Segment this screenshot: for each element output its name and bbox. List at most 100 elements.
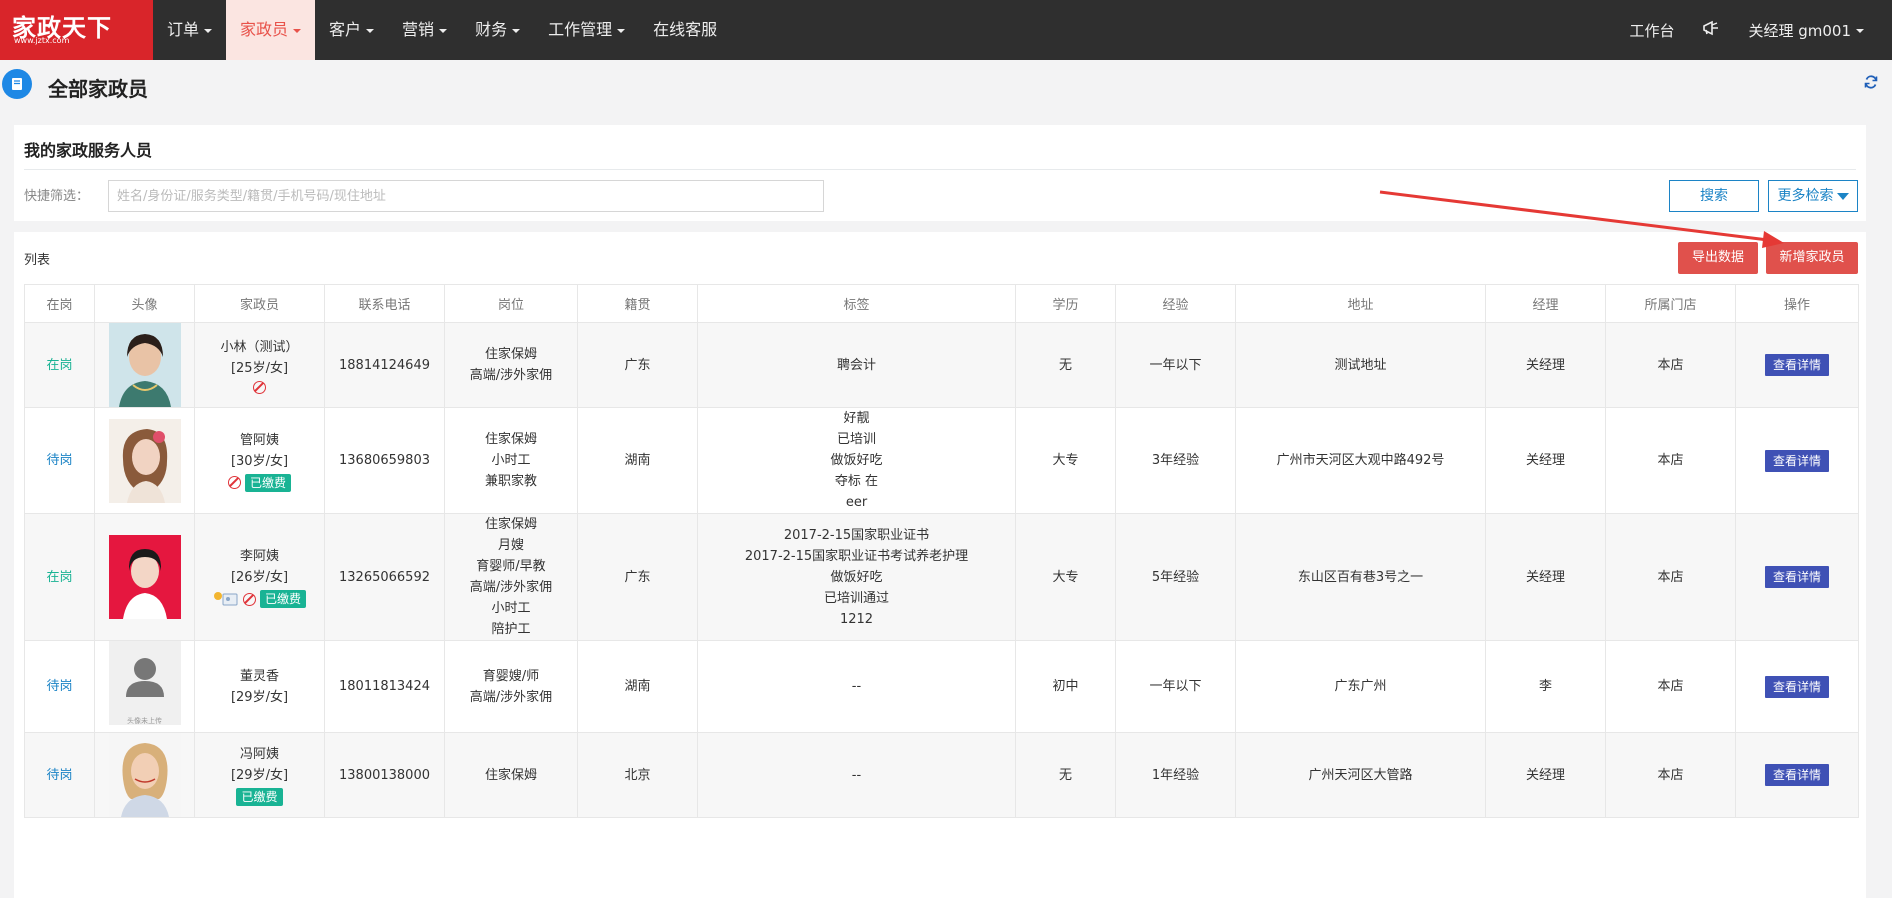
- manager: 关经理: [1525, 453, 1565, 468]
- tag-item: --: [851, 679, 862, 694]
- table-row[interactable]: 待岗 冯阿姨 [29岁/女] 已缴费 13800138000 住家保姆 北京 -- 无 1年经验 广…: [24, 732, 1859, 818]
- table-row[interactable]: 在岗 小林（测试） [25岁/女] 18814124649 住家保姆 高端/涉外家佣 广东 聘…: [24, 322, 1859, 408]
- position-item: 陪护工: [491, 622, 531, 637]
- view-detail-button[interactable]: 查看详情: [1764, 675, 1829, 698]
- view-detail-button[interactable]: 查看详情: [1764, 566, 1829, 588]
- column-header[interactable]: 地址: [1235, 284, 1486, 323]
- tag-item: 已培训: [836, 432, 876, 447]
- age-gender: [29岁/女]: [230, 689, 289, 705]
- store: 本店: [1657, 569, 1684, 585]
- housekeeper-table: 在岗 头像 家政员 联系电话 岗位 籍贯 标签 学历 经验 地址 经理 所属门店…: [24, 284, 1859, 818]
- phone: 18814124649: [339, 357, 430, 373]
- column-header[interactable]: 家政员: [194, 284, 325, 323]
- search-button[interactable]: 搜索: [1669, 180, 1759, 212]
- paid-badge: 已缴费: [244, 473, 291, 492]
- nav-item-orders[interactable]: 订单: [153, 0, 226, 60]
- column-header[interactable]: 在岗: [24, 284, 95, 323]
- filter-panel: 我的家政服务人员 快捷筛选： 搜索 更多检索: [14, 125, 1866, 221]
- nav-item-housekeepers[interactable]: 家政员: [226, 0, 316, 60]
- position-item: 住家保姆: [484, 517, 537, 532]
- view-detail-button[interactable]: 查看详情: [1764, 764, 1829, 786]
- store: 本店: [1657, 679, 1684, 694]
- megaphone-icon[interactable]: [1702, 20, 1720, 40]
- store: 本店: [1657, 453, 1684, 468]
- column-header[interactable]: 所属门店: [1605, 284, 1736, 323]
- divider: [24, 169, 1856, 170]
- nav-item-finance[interactable]: 财务: [461, 0, 534, 60]
- refresh-icon[interactable]: [1864, 74, 1878, 93]
- workbench-link[interactable]: 工作台: [1629, 20, 1674, 41]
- id-card-icon: [213, 591, 239, 607]
- table-row[interactable]: 待岗 管阿姨 [30岁/女] 已缴费 13680659803 住家保姆 小时工 兼职家教 湖南 好…: [24, 407, 1859, 514]
- education: 无: [1058, 357, 1072, 373]
- paid-badge: 已缴费: [236, 788, 283, 806]
- blacklist-icon: [253, 380, 266, 394]
- column-header[interactable]: 联系电话: [324, 284, 445, 323]
- user-menu[interactable]: 关经理 gm001: [1748, 20, 1864, 41]
- origin: 湖南: [624, 679, 651, 694]
- column-header[interactable]: 头像: [94, 284, 195, 323]
- education: 初中: [1052, 679, 1079, 694]
- caret-down-icon: [439, 28, 448, 33]
- tag-item: 夺标 在: [834, 474, 879, 489]
- column-header[interactable]: 经验: [1115, 284, 1236, 323]
- book-icon: [2, 69, 32, 99]
- age-gender: [25岁/女]: [230, 360, 289, 376]
- position-item: 高端/涉外家佣: [469, 368, 553, 383]
- work-status: 待岗: [46, 767, 73, 783]
- brand-logo[interactable]: 家政天下 www.jztx.com: [0, 0, 153, 60]
- position-item: 小时工: [491, 453, 531, 468]
- top-navbar: 家政天下 www.jztx.com 订单 家政员 客户 营销 财务 工作管理 在…: [0, 0, 1892, 60]
- tag-item: 2017-2-15国家职业证书考试养老护理: [744, 548, 969, 564]
- quick-filter-label: 快捷筛选：: [24, 189, 90, 204]
- caret-down-icon: [366, 28, 375, 33]
- address: 广州天河区大管路: [1308, 767, 1413, 783]
- age-gender: [30岁/女]: [230, 453, 289, 469]
- column-header[interactable]: 学历: [1015, 284, 1116, 323]
- quick-filter-input[interactable]: [108, 180, 824, 212]
- view-detail-button[interactable]: 查看详情: [1764, 354, 1829, 376]
- age-gender: [26岁/女]: [230, 570, 289, 585]
- address: 广州市天河区大观中路492号: [1276, 453, 1445, 468]
- export-data-button[interactable]: 导出数据: [1678, 242, 1758, 274]
- work-status: 在岗: [46, 569, 73, 585]
- table-row[interactable]: 在岗 李阿姨 [26岁/女] 已缴费 13265066592 住家保姆 月嫂 育婴师/早教 高端…: [24, 513, 1859, 641]
- column-header[interactable]: 岗位: [444, 284, 578, 323]
- avatar[interactable]: [95, 418, 194, 503]
- more-search-label: 更多检索: [1777, 188, 1834, 204]
- phone: 18011813424: [339, 679, 430, 694]
- nav-item-marketing[interactable]: 营销: [388, 0, 461, 60]
- position-item: 兼职家教: [484, 474, 537, 489]
- blacklist-icon: [242, 592, 256, 606]
- column-header[interactable]: 经理: [1485, 284, 1606, 323]
- housekeeper-table-wrap: 在岗 头像 家政员 联系电话 岗位 籍贯 标签 学历 经验 地址 经理 所属门店…: [24, 284, 1859, 818]
- list-label: 列表: [24, 253, 51, 268]
- position-item: 住家保姆: [484, 767, 537, 783]
- nav-item-customers[interactable]: 客户: [315, 0, 388, 60]
- avatar[interactable]: [95, 323, 194, 407]
- view-detail-button[interactable]: 查看详情: [1764, 449, 1829, 472]
- education: 大专: [1052, 453, 1079, 468]
- nav-item-work-management[interactable]: 工作管理: [534, 0, 639, 60]
- tag-item: 聘会计: [836, 357, 876, 373]
- manager: 关经理: [1525, 569, 1565, 585]
- tag-item: 1212: [839, 611, 874, 627]
- avatar[interactable]: [95, 733, 194, 817]
- list-panel: 列表 导出数据 新增家政员 在岗 头像 家政员 联系电话 岗位 籍贯 标签 学历: [14, 232, 1866, 898]
- page-header: 全部家政员: [0, 60, 1892, 110]
- paid-badge: 已缴费: [259, 590, 306, 608]
- tag-item: 做饭好吃: [830, 569, 883, 585]
- column-header[interactable]: 操作: [1735, 284, 1859, 323]
- add-housekeeper-button[interactable]: 新增家政员: [1766, 242, 1858, 274]
- store: 本店: [1657, 767, 1684, 783]
- blacklist-icon: [227, 476, 241, 489]
- more-search-button[interactable]: 更多检索: [1768, 180, 1858, 212]
- origin: 湖南: [624, 453, 651, 468]
- nav-item-online-service[interactable]: 在线客服: [639, 0, 731, 60]
- position-item: 住家保姆: [484, 432, 537, 447]
- table-row[interactable]: 待岗 头像未上传 董灵香 [29岁/女] 18011813424 育婴嫂/师 高端/涉外家佣…: [24, 640, 1859, 733]
- avatar[interactable]: [95, 535, 194, 619]
- column-header[interactable]: 标签: [697, 284, 1016, 323]
- column-header[interactable]: 籍贯: [577, 284, 698, 323]
- work-status: 在岗: [46, 357, 73, 373]
